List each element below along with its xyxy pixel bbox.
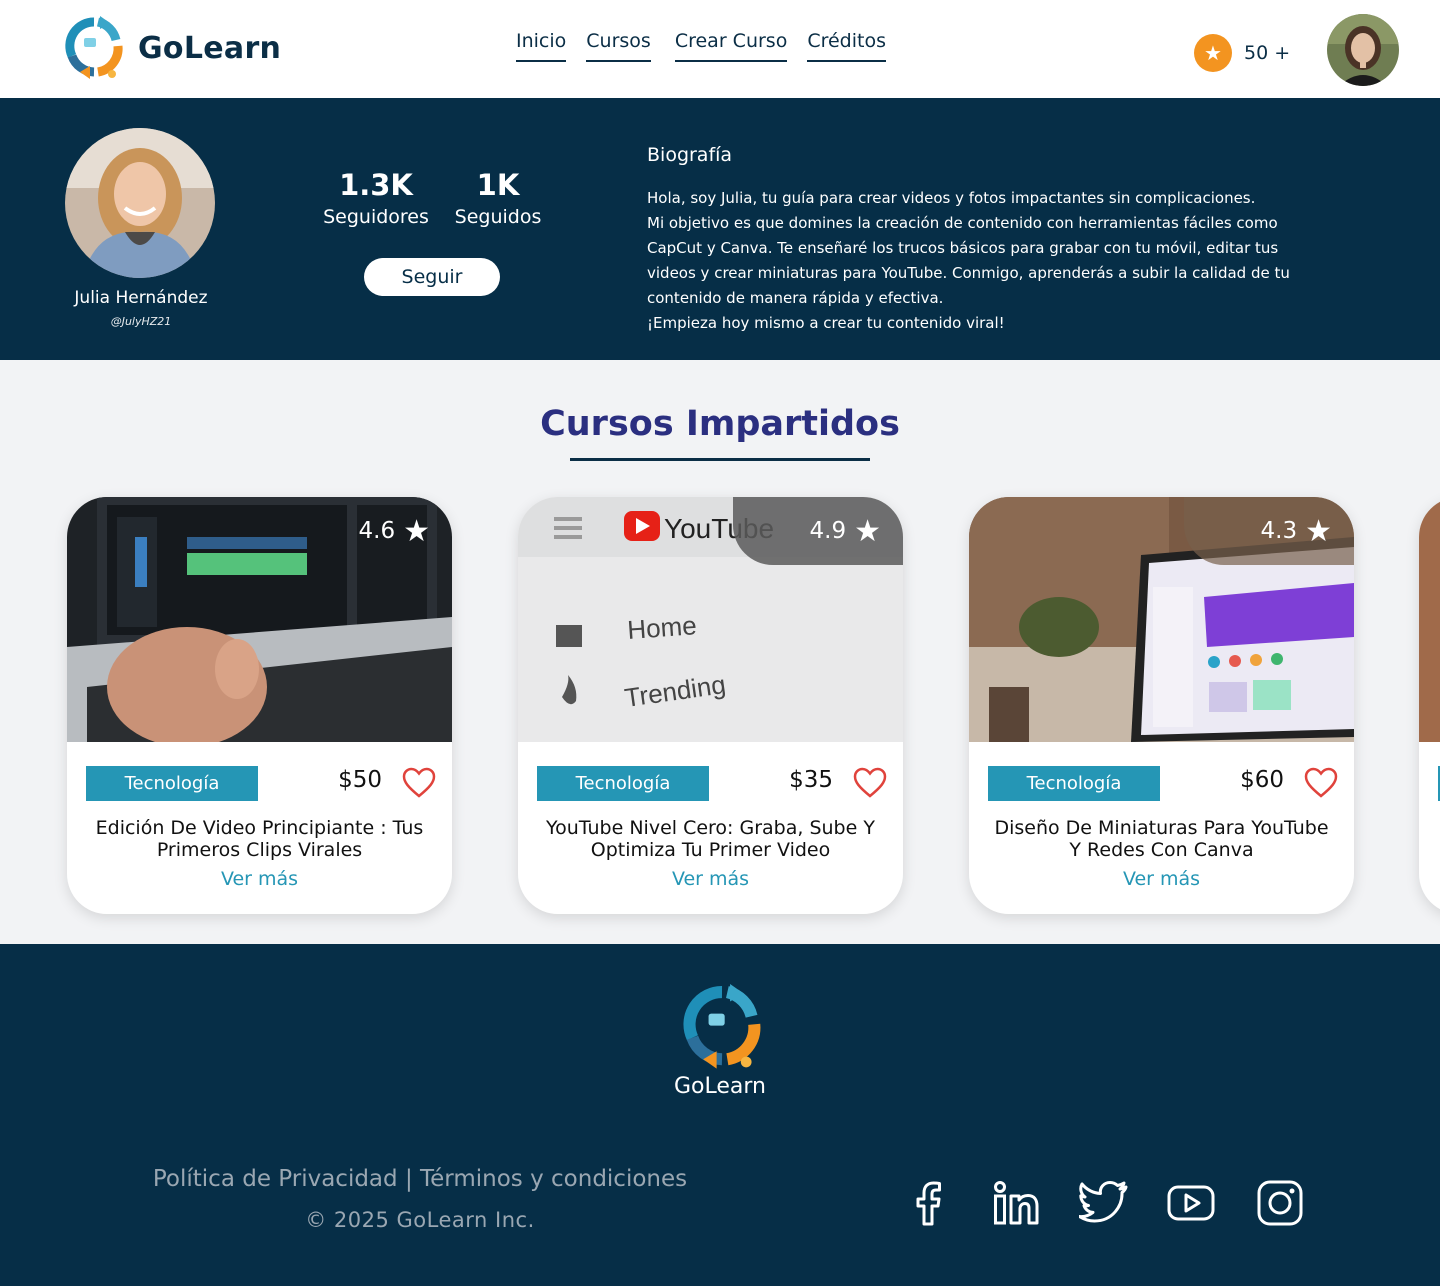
title-underline bbox=[570, 458, 870, 461]
category-tag[interactable]: Tecnología bbox=[988, 766, 1160, 801]
star-icon: ★ bbox=[403, 513, 430, 549]
course-card[interactable]: 4.3 ★ Tecnología $60 Diseño De Miniatura… bbox=[969, 497, 1354, 914]
instagram-icon[interactable] bbox=[1255, 1178, 1305, 1228]
golearn-logo-icon[interactable] bbox=[680, 984, 764, 1070]
nav-crear-curso[interactable]: Crear Curso bbox=[674, 30, 788, 62]
course-price: $35 bbox=[789, 767, 833, 793]
footer-brand: GoLearn bbox=[674, 1074, 766, 1099]
course-title-line: YouTube Nivel Cero: Graba, Sube Y bbox=[546, 817, 875, 839]
brand-name: GoLearn bbox=[138, 30, 282, 66]
course-title-line: Edición De Video Principiante : Tus bbox=[95, 817, 424, 839]
course-title-line: Primeros Clips Virales bbox=[156, 839, 363, 861]
rating-value: 4.9 bbox=[809, 518, 847, 544]
heart-icon[interactable] bbox=[853, 767, 887, 799]
following-count: 1K bbox=[476, 168, 520, 202]
facebook-icon[interactable] bbox=[904, 1178, 954, 1228]
star-icon: ★ bbox=[1305, 513, 1332, 549]
link-separator: | bbox=[404, 1166, 413, 1192]
course-title: Edición De Video Principiante : Tus Prim… bbox=[81, 817, 438, 861]
see-more-link[interactable]: Ver más bbox=[518, 868, 903, 890]
follow-button[interactable]: Seguir bbox=[364, 258, 500, 296]
credits-count: 50 + bbox=[1244, 42, 1291, 64]
nav-inicio[interactable]: Inicio bbox=[516, 30, 567, 62]
following-stat[interactable]: 1K Seguidos bbox=[446, 168, 550, 228]
youtube-icon[interactable] bbox=[1166, 1178, 1216, 1228]
twitter-icon[interactable] bbox=[1079, 1178, 1129, 1228]
profile-photo-image bbox=[65, 128, 215, 278]
bio-title: Biografía bbox=[647, 144, 733, 166]
see-more-link[interactable]: Ver más bbox=[67, 868, 452, 890]
course-price: $60 bbox=[1240, 767, 1284, 793]
category-tag[interactable]: Tecnología bbox=[537, 766, 709, 801]
bio-line: Hola, soy Julia, tu guía para crear vide… bbox=[647, 189, 1256, 207]
bio-line: videos y crear miniaturas para YouTube. … bbox=[647, 264, 1290, 282]
star-icon: ★ bbox=[854, 513, 881, 549]
course-rating: 4.9 ★ bbox=[733, 497, 903, 565]
profile-banner: Julia Hernández @JulyHZ21 1.3K Seguidore… bbox=[0, 98, 1440, 360]
heart-icon[interactable] bbox=[1304, 767, 1338, 799]
course-title-line: Diseño De Miniaturas Para YouTube bbox=[994, 817, 1329, 839]
terms-link[interactable]: Términos y condiciones bbox=[420, 1166, 687, 1192]
footer: GoLearn Política de Privacidad | Término… bbox=[0, 944, 1440, 1286]
course-card-partial[interactable] bbox=[1419, 497, 1440, 914]
linkedin-icon[interactable] bbox=[991, 1178, 1041, 1228]
followers-label: Seguidores bbox=[323, 206, 429, 228]
privacy-link[interactable]: Política de Privacidad bbox=[153, 1166, 398, 1192]
top-header: GoLearn Inicio Cursos Crear Curso Crédit… bbox=[0, 0, 1440, 98]
see-more-link[interactable]: Ver más bbox=[969, 868, 1354, 890]
rating-value: 4.3 bbox=[1260, 518, 1298, 544]
profile-name: Julia Hernández bbox=[74, 288, 208, 308]
bio-line: Mi objetivo es que domines la creación d… bbox=[647, 214, 1278, 232]
thumb-home-text: Home bbox=[626, 610, 697, 645]
category-tag[interactable]: Tecnología bbox=[86, 766, 258, 801]
footer-links: Política de Privacidad | Términos y cond… bbox=[136, 1166, 704, 1192]
nav-creditos[interactable]: Créditos bbox=[807, 30, 886, 62]
followers-count: 1.3K bbox=[339, 168, 413, 202]
golearn-logo-icon bbox=[65, 16, 123, 79]
bio-line: contenido de manera rápida y efectiva. bbox=[647, 289, 944, 307]
course-title: YouTube Nivel Cero: Graba, Sube Y Optimi… bbox=[532, 817, 889, 861]
credits-indicator[interactable]: ★ 50 + bbox=[1194, 34, 1290, 72]
avatar-image bbox=[1327, 14, 1399, 86]
heart-icon[interactable] bbox=[402, 767, 436, 799]
course-thumbnail bbox=[1419, 497, 1440, 742]
star-icon: ★ bbox=[1194, 34, 1232, 72]
profile-photo bbox=[65, 128, 215, 278]
following-label: Seguidos bbox=[454, 206, 542, 228]
main-nav: Inicio Cursos Crear Curso Créditos bbox=[516, 30, 906, 62]
course-price: $50 bbox=[338, 767, 382, 793]
course-title-line: Y Redes Con Canva bbox=[1069, 839, 1254, 861]
bio-line: CapCut y Canva. Te enseñaré los trucos b… bbox=[647, 239, 1279, 257]
course-title: Diseño De Miniaturas Para YouTube Y Rede… bbox=[983, 817, 1340, 861]
bio-line: ¡Empieza hoy mismo a crear tu contenido … bbox=[647, 314, 1005, 332]
bio-text: Hola, soy Julia, tu guía para crear vide… bbox=[647, 186, 1367, 336]
copyright: © 2025 GoLearn Inc. bbox=[305, 1208, 535, 1232]
logo[interactable]: GoLearn bbox=[64, 16, 281, 80]
course-title-line: Optimiza Tu Primer Video bbox=[590, 839, 831, 861]
nav-cursos[interactable]: Cursos bbox=[586, 30, 651, 62]
profile-handle: @JulyHZ21 bbox=[110, 315, 172, 328]
followers-stat[interactable]: 1.3K Seguidores bbox=[312, 168, 440, 228]
courses-section-title: Cursos Impartidos bbox=[540, 404, 900, 444]
course-card[interactable]: YouTube Home Trending 4.9 ★ Tecnología $… bbox=[518, 497, 903, 914]
course-rating: 4.6 ★ bbox=[282, 497, 452, 565]
user-avatar[interactable] bbox=[1327, 14, 1399, 86]
rating-value: 4.6 bbox=[358, 518, 396, 544]
course-card[interactable]: 4.6 ★ Tecnología $50 Edición De Video Pr… bbox=[67, 497, 452, 914]
course-rating: 4.3 ★ bbox=[1184, 497, 1354, 565]
